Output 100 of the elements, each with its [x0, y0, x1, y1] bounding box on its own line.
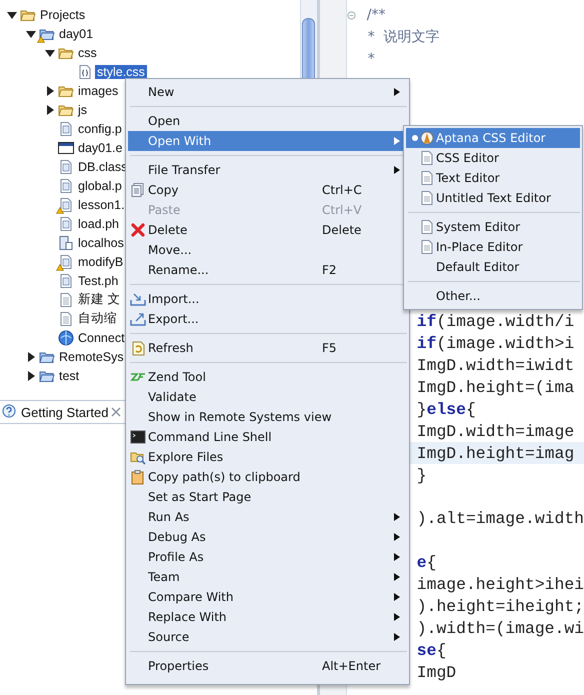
php-file-icon	[58, 272, 74, 288]
menu-item[interactable]: Zend Tool	[128, 367, 407, 387]
menu-item[interactable]: Run As	[128, 507, 407, 527]
help-icon	[2, 404, 18, 420]
tree-item[interactable]: RemoteSys	[57, 350, 126, 364]
code-line: e{	[416, 553, 436, 572]
tree-item[interactable]: global.p	[76, 178, 124, 192]
menu-item[interactable]: Move...	[128, 240, 407, 260]
menu-item[interactable]: Source	[128, 627, 407, 647]
code-line: ).height=iheight;	[416, 597, 584, 616]
import-icon	[130, 291, 146, 307]
delete-icon	[130, 222, 146, 238]
menu-item[interactable]: Command Line Shell	[128, 427, 407, 447]
menu-item[interactable]: File Transfer	[128, 160, 407, 180]
tree-item[interactable]: Test.ph	[76, 274, 120, 288]
globe-icon	[58, 330, 74, 346]
document-icon	[419, 150, 435, 166]
code-line: }	[416, 466, 427, 485]
collapsed-arrow-icon[interactable]	[44, 84, 56, 96]
tree-item[interactable]: load.ph	[76, 216, 122, 230]
php-file-icon	[58, 196, 74, 212]
tree-item[interactable]: day01	[57, 26, 96, 40]
tree-item[interactable]: lesson1.	[76, 198, 127, 212]
tree-item[interactable]: 新建 文	[76, 291, 122, 308]
code-line: ImgD.height=imag	[416, 444, 574, 463]
tree-item[interactable]: config.p	[76, 122, 124, 136]
collapsed-arrow-icon[interactable]	[25, 350, 37, 362]
menu-item[interactable]: Refresh F5	[128, 338, 407, 358]
menu-item[interactable]: Open	[128, 111, 407, 131]
collapsed-arrow-icon[interactable]	[44, 104, 56, 116]
code-line: se{	[416, 640, 446, 660]
code-line: }else{	[416, 400, 476, 419]
view-tab[interactable]: Getting Started	[0, 401, 126, 423]
tree-item[interactable]: day01.e	[76, 140, 124, 154]
php-file-icon	[58, 178, 74, 194]
tree-item[interactable]: Projects	[38, 8, 88, 22]
menu-item[interactable]: Untitled Text Editor	[406, 188, 580, 208]
menu-item[interactable]: Other...	[406, 286, 580, 306]
code-line: if(image.width>i	[416, 334, 574, 354]
menu-item[interactable]: In-Place Editor	[406, 237, 580, 257]
menu-item[interactable]: Explore Files	[128, 447, 407, 467]
menu-item[interactable]: Export...	[128, 309, 407, 329]
code-line: ImgD.width=iwidt	[416, 356, 574, 376]
code-line: ImgD.width=image	[416, 422, 574, 441]
text-file-icon	[58, 310, 74, 326]
code-comment: /**	[366, 7, 386, 23]
export-icon	[130, 311, 146, 327]
close-icon[interactable]	[111, 407, 122, 417]
menu-item[interactable]: Aptana CSS Editor	[406, 128, 580, 148]
tree-item[interactable]: Connect	[76, 330, 127, 344]
menu-item[interactable]: Text Editor	[406, 168, 580, 188]
menu-item[interactable]: Properties Alt+Enter	[128, 656, 407, 676]
css-file-icon	[77, 64, 93, 80]
menu-item[interactable]: Rename... F2	[128, 260, 407, 280]
menu-item[interactable]: Show in Remote Systems view	[128, 407, 407, 427]
code-line: ImgD	[416, 662, 456, 682]
menu-item[interactable]: Copy Ctrl+C	[128, 180, 407, 200]
tree-item[interactable]: style.css	[95, 64, 147, 78]
tree-item[interactable]: 自动缩	[76, 310, 119, 327]
tree-item[interactable]: modifyB	[76, 254, 126, 268]
tree-item[interactable]: js	[76, 102, 90, 116]
terminal-icon	[130, 429, 146, 445]
document-icon	[419, 219, 435, 235]
tree-item[interactable]: images	[76, 84, 120, 98]
menu-item[interactable]: Set as Start Page	[128, 487, 407, 507]
editor-logo-icon	[419, 130, 435, 146]
menu-item[interactable]: System Editor	[406, 217, 580, 237]
menu-item[interactable]: Delete Delete	[128, 220, 407, 240]
tree-item[interactable]: css	[76, 46, 99, 60]
window-file-icon	[58, 140, 74, 156]
menu-item[interactable]: Compare With	[128, 587, 407, 607]
menu-item[interactable]: Copy path(s) to clipboard	[128, 467, 407, 487]
php-file-icon	[58, 120, 74, 136]
code-line: ImgD.height=(ima	[416, 378, 574, 398]
menu-item[interactable]: Import...	[128, 289, 407, 309]
copy-icon	[130, 182, 146, 198]
document-icon	[419, 170, 435, 186]
php-file-icon	[58, 216, 74, 232]
menu-item[interactable]: Default Editor	[406, 257, 580, 277]
menu-item[interactable]: Replace With	[128, 607, 407, 627]
tree-item[interactable]: test	[57, 368, 82, 382]
code-line: ).width=(image.wi	[416, 618, 584, 638]
code-comment: *	[366, 51, 375, 67]
selected-dot-icon	[412, 135, 418, 141]
text-file-icon	[58, 292, 74, 308]
tree-item[interactable]: localhos	[76, 236, 126, 250]
menu-item[interactable]: Team	[128, 567, 407, 587]
collapsed-arrow-icon[interactable]	[25, 370, 37, 382]
tree-item[interactable]: DB.class	[76, 160, 130, 174]
menu-item[interactable]: Debug As	[128, 527, 407, 547]
menu-item[interactable]: CSS Editor	[406, 148, 580, 168]
code-line: if(image.width/i	[416, 312, 574, 332]
menu-item[interactable]: Profile As	[128, 547, 407, 567]
code-comment: * 说明文字	[366, 28, 440, 46]
document-icon	[419, 239, 435, 255]
document-icon	[419, 190, 435, 206]
code-line: image.height>ihei	[416, 575, 584, 594]
code-line: ).alt=image.width	[416, 509, 584, 528]
menu-item[interactable]: Validate	[128, 387, 407, 407]
menu-item[interactable]: New	[128, 82, 407, 102]
